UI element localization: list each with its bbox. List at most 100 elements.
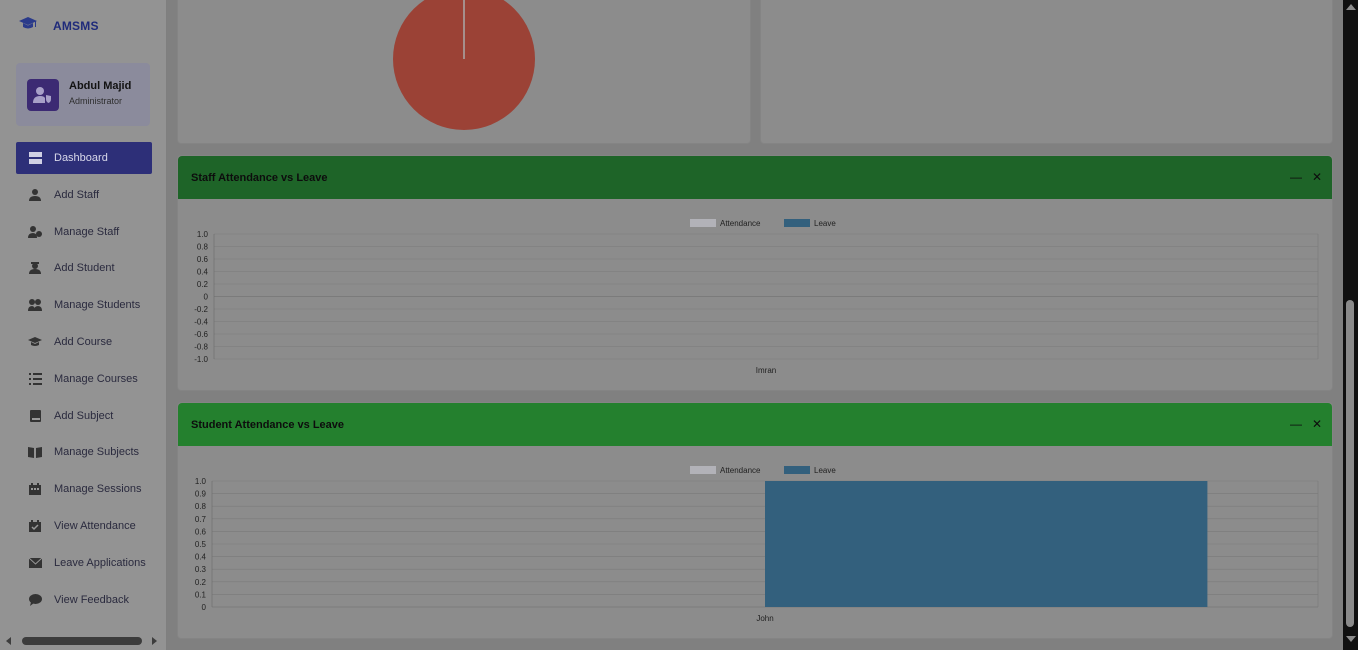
scroll-up-icon[interactable] bbox=[1346, 4, 1356, 10]
chart-legend: Attendance Leave bbox=[690, 219, 836, 228]
pie-chart-card bbox=[177, 0, 751, 144]
minimize-icon[interactable]: — bbox=[1290, 170, 1302, 184]
sidebar-item-manage-subjects[interactable]: Manage Subjects bbox=[16, 436, 152, 468]
user-panel[interactable]: Abdul Majid Administrator bbox=[16, 63, 150, 126]
sidebar: AMSMS Abdul Majid Administrator Dashboar… bbox=[0, 0, 167, 650]
sidebar-item-label: View Feedback bbox=[54, 593, 130, 606]
brand-name: AMSMS bbox=[53, 19, 99, 33]
close-icon[interactable]: ✕ bbox=[1312, 417, 1322, 431]
x-tick-label: Imran bbox=[756, 366, 776, 375]
staff-attendance-card: Staff Attendance vs Leave — ✕ Attendance… bbox=[177, 155, 1333, 391]
tasks-icon bbox=[28, 372, 42, 386]
y-tick-label: 0.4 bbox=[195, 553, 207, 562]
sidebar-item-label: Add Subject bbox=[54, 409, 114, 422]
y-tick-label: 0.6 bbox=[195, 527, 207, 536]
users-icon bbox=[28, 298, 42, 312]
legend-label: Leave bbox=[814, 466, 836, 475]
scroll-thumb[interactable] bbox=[1346, 300, 1354, 627]
scroll-thumb[interactable] bbox=[22, 637, 142, 645]
y-tick-label: 0.9 bbox=[195, 490, 207, 499]
y-tick-label: 0.8 bbox=[197, 243, 209, 252]
y-tick-label: 0 bbox=[204, 293, 209, 302]
y-tick-label: 0.1 bbox=[195, 590, 207, 599]
scroll-left-icon[interactable] bbox=[6, 637, 11, 645]
y-tick-label: 1.0 bbox=[197, 230, 209, 239]
scroll-right-icon[interactable] bbox=[152, 637, 157, 645]
y-tick-label: -0.8 bbox=[194, 343, 208, 352]
y-tick-label: -1.0 bbox=[194, 355, 208, 364]
sidebar-item-label: Dashboard bbox=[54, 152, 108, 164]
legend-swatch bbox=[784, 466, 810, 474]
y-tick-label: -0.2 bbox=[194, 305, 208, 314]
graduation-cap-icon bbox=[28, 335, 42, 349]
empty-card bbox=[760, 0, 1333, 144]
sidebar-item-manage-staff[interactable]: Manage Staff bbox=[16, 216, 152, 248]
sidebar-item-add-course[interactable]: Add Course bbox=[16, 326, 152, 358]
sidebar-item-add-subject[interactable]: Add Subject bbox=[16, 400, 152, 432]
user-role: Administrator bbox=[69, 96, 123, 106]
card-title: Student Attendance vs Leave bbox=[191, 418, 345, 431]
y-tick-label: 0 bbox=[202, 603, 207, 612]
book-icon bbox=[28, 409, 42, 423]
book-open-icon bbox=[28, 445, 42, 459]
sidebar-nav: Dashboard Add Staff Manage Staff Add Studen… bbox=[16, 142, 152, 620]
calendar-icon bbox=[28, 482, 42, 496]
sidebar-item-label: Add Course bbox=[54, 335, 113, 348]
y-tick-label: 0.5 bbox=[195, 540, 207, 549]
sidebar-item-label: Manage Sessions bbox=[54, 483, 142, 496]
brand[interactable]: AMSMS bbox=[18, 16, 99, 37]
pie-chart bbox=[393, 0, 535, 130]
card-header: Student Attendance vs Leave — ✕ bbox=[178, 403, 1332, 446]
sidebar-item-manage-students[interactable]: Manage Students bbox=[16, 289, 152, 321]
sidebar-item-leave-applications[interactable]: Leave Applications bbox=[16, 547, 152, 579]
sidebar-item-label: Manage Staff bbox=[54, 225, 120, 238]
dashboard-icon bbox=[28, 151, 42, 165]
users-cog-icon bbox=[28, 225, 42, 239]
sidebar-item-label: View Attendance bbox=[54, 519, 136, 532]
y-tick-label: 0.4 bbox=[197, 268, 209, 277]
x-tick-label: John bbox=[756, 614, 773, 623]
y-tick-label: 0.7 bbox=[195, 515, 207, 524]
scroll-down-icon[interactable] bbox=[1346, 636, 1356, 642]
close-icon[interactable]: ✕ bbox=[1312, 170, 1322, 184]
vertical-scrollbar[interactable] bbox=[1343, 0, 1358, 650]
sidebar-item-label: Add Staff bbox=[54, 188, 100, 201]
legend-label: Attendance bbox=[720, 219, 761, 228]
sidebar-item-label: Manage Subjects bbox=[54, 446, 139, 459]
envelope-icon bbox=[28, 556, 42, 570]
minimize-icon[interactable]: — bbox=[1290, 417, 1302, 431]
legend-swatch bbox=[784, 219, 810, 227]
sidebar-item-add-staff[interactable]: Add Staff bbox=[16, 179, 152, 211]
sidebar-item-view-feedback[interactable]: View Feedback bbox=[16, 584, 152, 616]
student-bar-chart: Attendance Leave 1.0 0.9 0.8 0.7 0.6 0.5 0.4 0.3 0… bbox=[195, 466, 1319, 623]
y-tick-label: 0.3 bbox=[195, 565, 207, 574]
sidebar-item-label: Manage Students bbox=[54, 299, 141, 312]
legend-label: Leave bbox=[814, 219, 836, 228]
card-tools: — ✕ bbox=[1290, 170, 1322, 184]
y-tick-label: 0.8 bbox=[195, 502, 207, 511]
horizontal-scrollbar[interactable] bbox=[0, 633, 167, 650]
student-attendance-card: Student Attendance vs Leave — ✕ Attendan… bbox=[177, 402, 1333, 639]
sidebar-item-dashboard[interactable]: Dashboard bbox=[16, 142, 152, 174]
card-title: Staff Attendance vs Leave bbox=[191, 171, 328, 184]
user-tie-icon bbox=[28, 188, 42, 202]
y-tick-label: -0.6 bbox=[194, 330, 208, 339]
graduation-cap-icon bbox=[18, 16, 38, 37]
sidebar-item-view-attendance[interactable]: View Attendance bbox=[16, 510, 152, 542]
user-shield-icon bbox=[27, 79, 59, 111]
user-name: Abdul Majid bbox=[69, 80, 132, 92]
bar bbox=[765, 481, 1208, 607]
legend-swatch bbox=[690, 219, 716, 227]
y-tick-label: 0.6 bbox=[197, 255, 209, 264]
legend-swatch bbox=[690, 466, 716, 474]
sidebar-item-label: Manage Courses bbox=[54, 372, 138, 385]
sidebar-item-add-student[interactable]: Add Student bbox=[16, 252, 152, 284]
sidebar-item-manage-sessions[interactable]: Manage Sessions bbox=[16, 473, 152, 505]
sidebar-item-label: Leave Applications bbox=[54, 556, 146, 569]
y-tick-label: -0.4 bbox=[194, 318, 208, 327]
legend-label: Attendance bbox=[720, 466, 761, 475]
sidebar-item-manage-courses[interactable]: Manage Courses bbox=[16, 363, 152, 395]
user-graduate-icon bbox=[28, 261, 42, 275]
y-tick-label: 0.2 bbox=[195, 578, 207, 587]
card-tools: — ✕ bbox=[1290, 417, 1322, 431]
